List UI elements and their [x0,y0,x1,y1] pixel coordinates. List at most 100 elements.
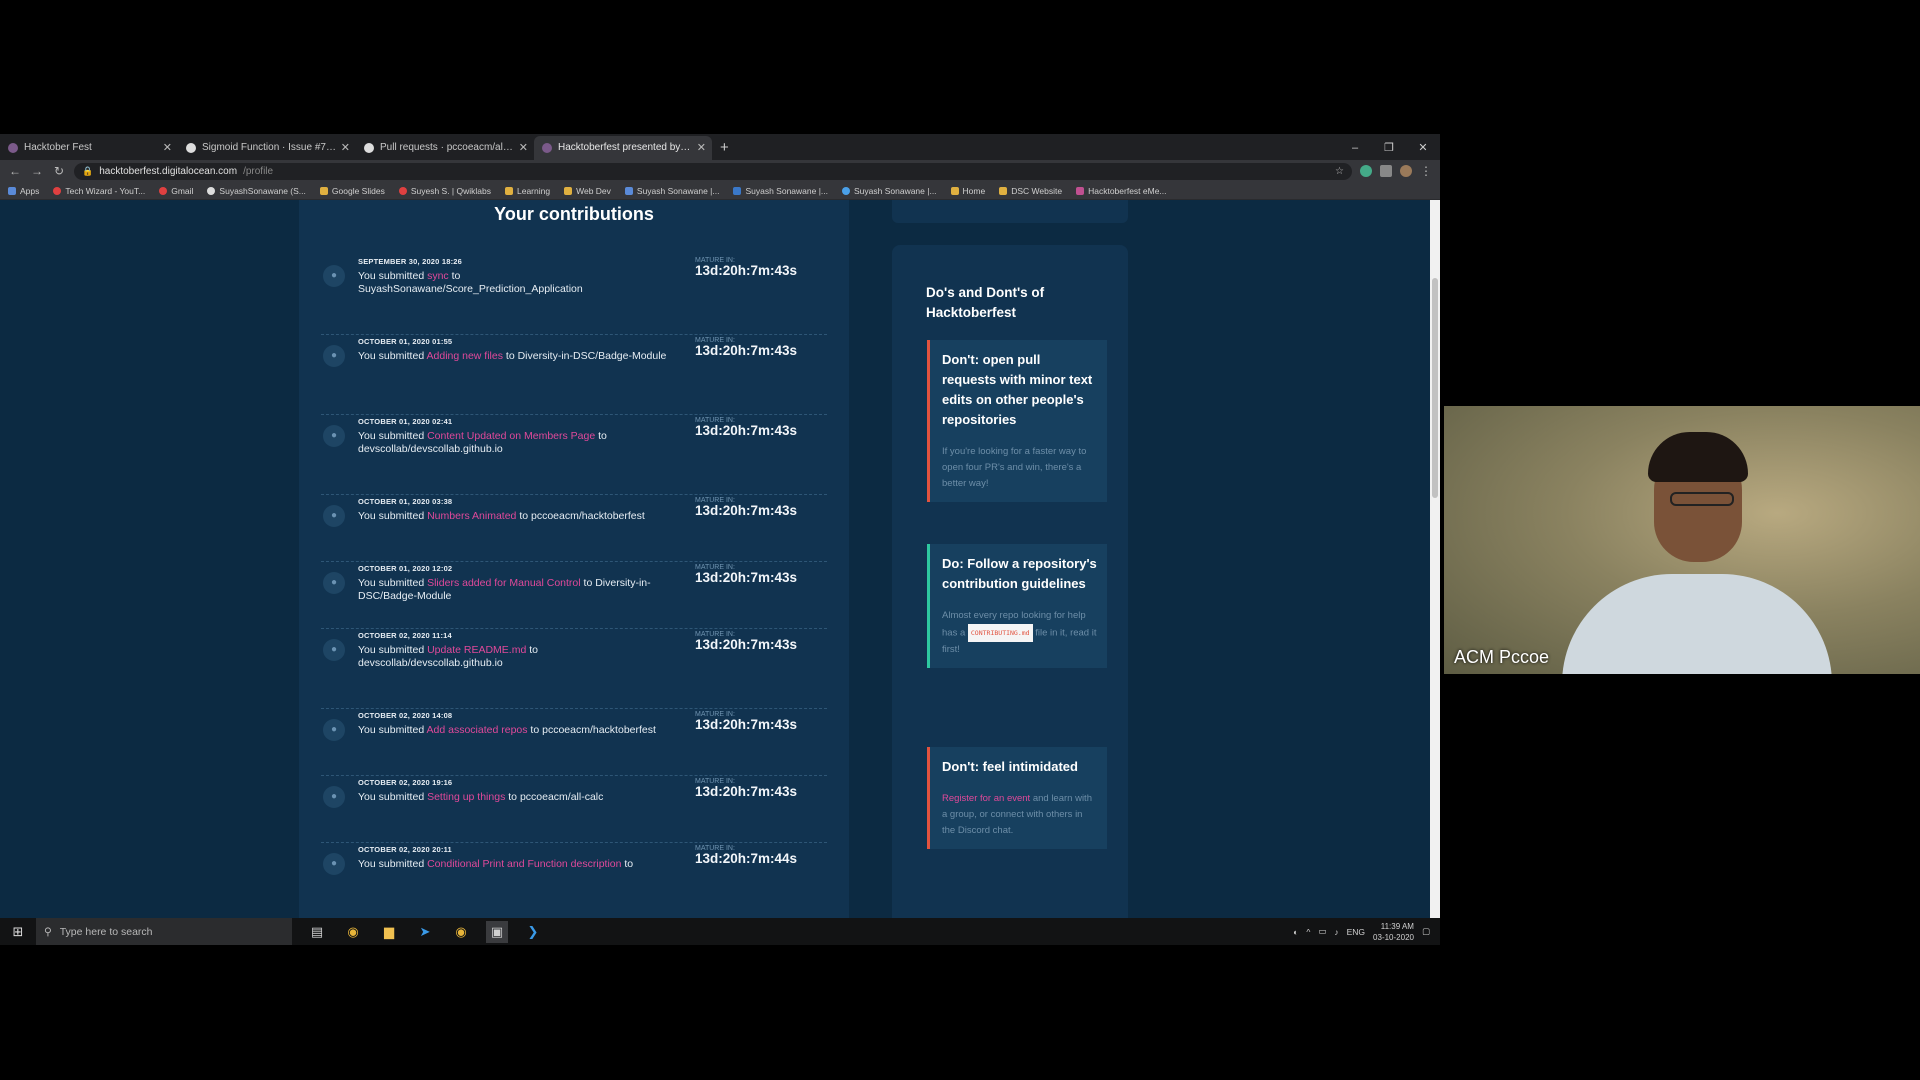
contribution-description: You submitted Sliders added for Manual C… [358,577,651,602]
contribution-description: You submitted Conditional Print and Func… [358,858,634,870]
forward-icon[interactable]: → [30,164,44,178]
grammarly-extension-icon[interactable] [1360,165,1372,177]
profile-avatar[interactable] [1400,165,1412,177]
bookmark-gmail[interactable]: Gmail [159,186,193,196]
close-icon[interactable]: ✕ [163,136,172,160]
repository-name: Diversity-in-DSC/Badge-Module [517,350,667,362]
restore-icon[interactable]: ❐ [1372,136,1406,160]
twitter-icon [842,186,850,195]
contribution-row: ● OCTOBER 01, 2020 02:41 You submitted Con… [321,415,827,495]
bookmark-learning[interactable]: Learning [505,186,550,196]
tip-body: Almost every repo looking for help has a… [942,610,1097,655]
mature-in-countdown: 13d:20h:7m:43s [695,637,798,652]
vscode-icon[interactable]: ❯ [522,921,544,943]
bookmark-suyash-linkedin[interactable]: Suyash Sonawane |... [733,186,828,196]
shared-screen: Hacktober Fest ✕ Sigmoid Function · Issu… [0,134,1440,945]
bookmark-dsc-website[interactable]: DSC Website [999,186,1062,196]
page-scrollbar[interactable] [1430,200,1440,918]
bookmark-github[interactable]: SuyashSonawane (S... [207,186,306,196]
search-icon: ⚲ [44,925,52,938]
bookmark-hacktoberfest[interactable]: Hacktoberfest eMe... [1076,186,1167,196]
address-bar[interactable]: 🔒 hacktoberfest.digitalocean.com/profile… [74,162,1352,180]
page-viewport: Your contributions ● SEPTEMBER 30, 2020 1… [0,200,1440,918]
close-icon[interactable]: ✕ [341,136,350,160]
tab-pull-requests[interactable]: Pull requests · pccoeacm/all-calc ✕ [356,136,534,160]
notifications-icon[interactable]: ▢ [1422,926,1430,937]
tip-heading: Do: Follow a repository's contribution g… [942,556,1097,591]
qwiklabs-icon [398,186,407,195]
bookmark-qwiklabs[interactable]: Suyesh S. | Qwiklabs [398,186,491,196]
folder-icon [505,186,513,195]
bookmark-star-icon[interactable]: ☆ [1335,166,1344,177]
dos-and-donts-title: Do's and Dont's of Hacktoberfest [926,285,1045,320]
pull-request-link[interactable]: Setting up things [427,791,505,803]
github-icon [207,186,216,195]
pull-request-link[interactable]: Sliders added for Manual Control [427,577,581,589]
bookmark-suyash-1[interactable]: Suyash Sonawane |... [624,186,719,196]
chrome-icon[interactable]: ◉ [342,921,364,943]
browser-toolbar: ← → ↻ 🔒 hacktoberfest.digitalocean.com/p… [0,160,1440,182]
scrollbar-thumb[interactable] [1432,278,1438,498]
back-icon[interactable]: ← [8,164,22,178]
chrome-profile-icon[interactable]: ◉ [450,921,472,943]
network-icon[interactable]: ▭ [1318,926,1326,937]
pull-request-icon: ● [323,786,345,808]
pull-request-link[interactable]: Numbers Animated [427,510,516,522]
register-event-link[interactable]: Register for an event [942,793,1030,804]
contribution-description: You submitted Add associated repos to pc… [358,724,656,736]
tab-title: Hacktoberfest presented by Dig... [558,142,707,153]
file-explorer-icon[interactable]: ▆ [378,921,400,943]
menu-icon[interactable]: ⋮ [1420,164,1432,178]
extensions-icon[interactable] [1380,165,1392,177]
reload-icon[interactable]: ↻ [52,164,66,178]
close-window-icon[interactable]: ✕ [1406,136,1440,160]
speaker-icon[interactable]: ♪ [1334,927,1338,937]
close-icon[interactable]: ✕ [697,136,706,160]
contribution-date: OCTOBER 01, 2020 12:02 [358,564,453,573]
pull-request-icon: ● [323,505,345,527]
bookmark-google-slides[interactable]: Google Slides [319,186,385,196]
mature-in-countdown: 13d:20h:7m:43s [695,263,798,278]
bookmark-tech-wizard[interactable]: Tech Wizard - YouT... [53,186,145,196]
bookmark-suyash-twitter[interactable]: Suyash Sonawane |... [842,186,937,196]
repository-name: pccoeacm/hacktoberfest [531,510,645,522]
language-indicator[interactable]: ENG [1347,927,1365,937]
new-tab-button[interactable]: + [712,136,737,160]
chevron-up-icon[interactable]: ^ [1306,927,1310,937]
tab-hacktober-fest[interactable]: Hacktober Fest ✕ [0,136,178,160]
mature-in-countdown: 13d:20h:7m:43s [695,423,798,438]
bookmark-web-dev[interactable]: Web Dev [564,186,611,196]
taskbar-search-input[interactable]: ⚲ Type here to search [36,918,292,945]
pull-request-link[interactable]: sync [427,270,449,282]
url-host: hacktoberfest.digitalocean.com [99,165,238,177]
url-path: /profile [243,165,274,177]
close-icon[interactable]: ✕ [519,136,528,160]
minimize-icon[interactable]: – [1338,136,1372,160]
clock[interactable]: 11:39 AM 03-10-2020 [1373,921,1414,943]
tab-sigmoid-issue[interactable]: Sigmoid Function · Issue #7 · pc... ✕ [178,136,356,160]
active-app-icon[interactable]: ▣ [486,920,508,943]
repository-name: pccoeacm/hacktoberfest [542,724,656,736]
windows-taskbar: ⊞ ⚲ Type here to search ▤ ◉ ▆ ➤ ◉ ▣ ❯ ◐ … [0,918,1440,945]
site-icon [624,186,633,195]
contribution-date: OCTOBER 01, 2020 02:41 [358,417,453,426]
pull-request-link[interactable]: Update README.md [427,644,526,656]
bookmark-apps[interactable]: Apps [8,186,39,196]
lock-icon: 🔒 [82,165,94,176]
pull-request-link[interactable]: Add associated repos [427,724,528,736]
pull-request-link[interactable]: Conditional Print and Function descripti… [427,858,621,870]
pull-request-link[interactable]: Adding new files [427,350,503,362]
pull-request-link[interactable]: Content Updated on Members Page [427,430,595,442]
browser-tab-strip: Hacktober Fest ✕ Sigmoid Function · Issu… [0,134,1440,160]
weather-icon[interactable]: ◐ [1293,927,1298,937]
window-controls: – ❐ ✕ [1338,136,1440,160]
bookmark-home[interactable]: Home [950,186,985,196]
contribution-date: OCTOBER 01, 2020 03:38 [358,497,453,506]
contribution-row: ● OCTOBER 02, 2020 19:16 You submitted Set… [321,776,827,843]
task-view-icon[interactable]: ▤ [306,921,328,943]
tip-heading: Don't: open pull requests with minor tex… [942,352,1093,427]
windows-start-icon[interactable]: ⊞ [0,924,36,940]
github-favicon-icon [364,143,374,153]
send-icon[interactable]: ➤ [414,921,436,943]
tab-hacktoberfest-profile[interactable]: Hacktoberfest presented by Dig... ✕ [534,136,712,160]
